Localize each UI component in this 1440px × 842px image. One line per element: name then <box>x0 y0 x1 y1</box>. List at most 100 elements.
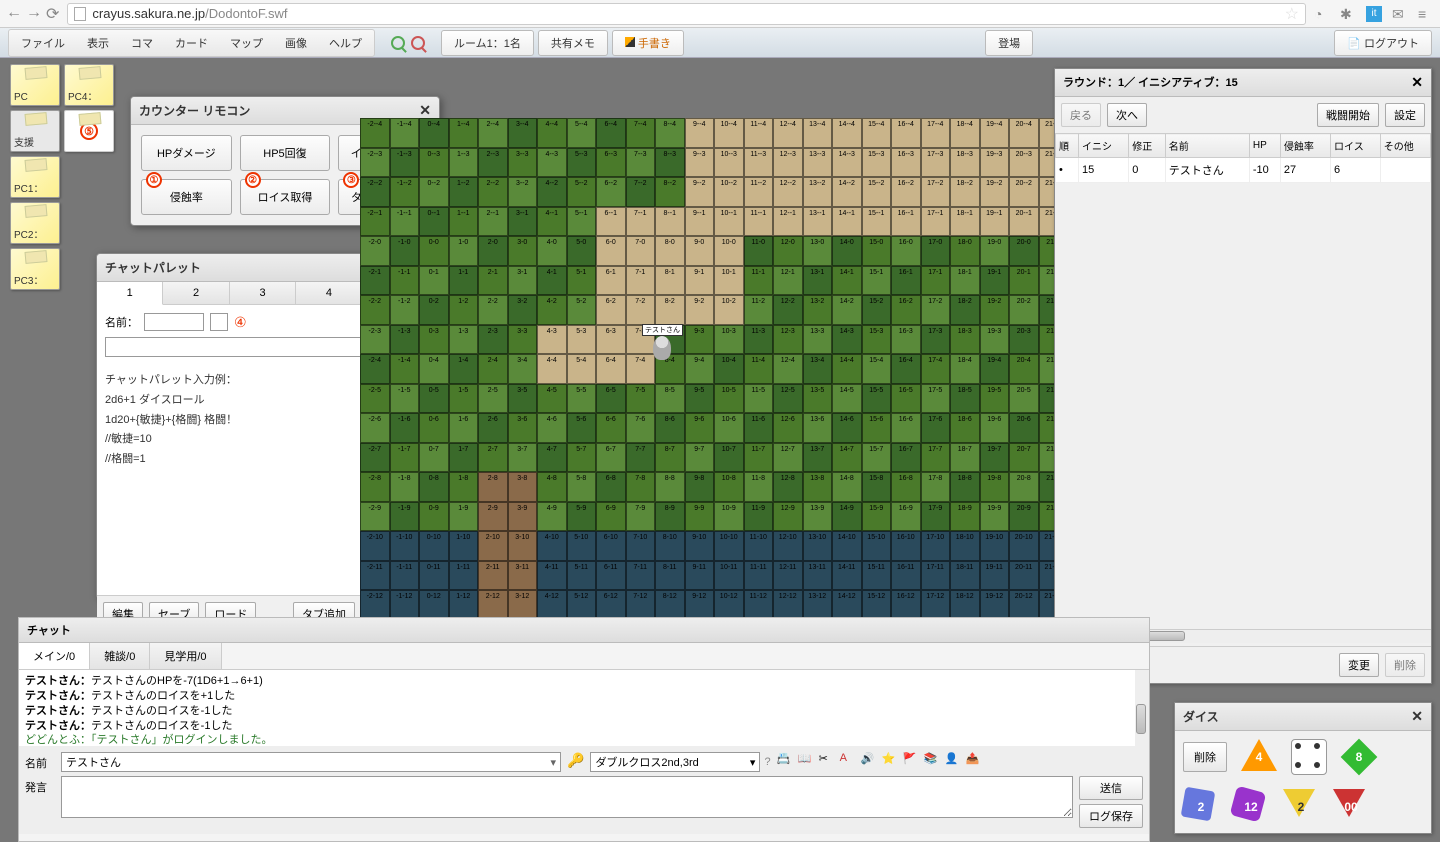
log-save-button[interactable]: ログ保存 <box>1079 804 1143 828</box>
d10-red-die[interactable]: 00 <box>1333 789 1369 825</box>
logout-button[interactable]: 📄 ログアウト <box>1334 30 1432 56</box>
palette-tab-1[interactable]: 1 <box>97 282 163 305</box>
menu-image[interactable]: 画像 <box>275 32 317 54</box>
init-back-button[interactable]: 戻る <box>1061 103 1101 127</box>
help-icon[interactable]: ? <box>764 756 770 768</box>
sound-icon[interactable]: 🔊 <box>861 752 875 766</box>
reload-icon[interactable]: ⟳ <box>46 4 59 24</box>
layers-icon[interactable]: 📚 <box>924 752 938 766</box>
url-bar[interactable]: crayus.sakura.ne.jp/DodontoF.swf ☆ <box>67 3 1306 25</box>
lois-get-button[interactable]: ②ロイス取得 <box>240 179 331 215</box>
color-picker[interactable] <box>210 313 228 331</box>
chat-vscrollbar[interactable] <box>1135 670 1149 746</box>
counter-title: カウンター リモコン <box>139 102 250 119</box>
puzzle-icon[interactable]: ✱ <box>1340 6 1356 22</box>
menu-view[interactable]: 表示 <box>77 32 119 54</box>
hp-recover-button[interactable]: HP5回復 <box>240 135 331 171</box>
delete-button[interactable]: 削除 <box>1385 653 1425 677</box>
game-system-select[interactable]: ダブルクロス2nd,3rd ▾ <box>590 752 760 772</box>
d20-die[interactable]: 2 <box>1183 789 1219 825</box>
pc-card[interactable]: PC <box>10 64 60 106</box>
palette-title: チャットパレット <box>105 259 201 276</box>
zoom-in-icon[interactable] <box>391 36 405 50</box>
pc-card[interactable]: PC3： <box>10 248 60 290</box>
card-icon[interactable]: 📇 <box>777 752 791 766</box>
palette-tab-2[interactable]: 2 <box>163 282 229 304</box>
send-button[interactable]: 送信 <box>1079 776 1143 800</box>
col-lois[interactable]: ロイス <box>1331 134 1381 158</box>
cut-icon[interactable]: ✂ <box>819 752 833 766</box>
pc-card[interactable]: PC2： <box>10 202 60 244</box>
table-row[interactable]: • 15 0 テストさん -10 27 6 <box>1056 158 1431 183</box>
col-name[interactable]: 名前 <box>1165 134 1249 158</box>
hp-damage-button[interactable]: HPダメージ <box>141 135 232 171</box>
shared-memo-button[interactable]: 共有メモ <box>538 30 608 56</box>
bookmark-star-icon[interactable]: ☆ <box>1285 4 1299 24</box>
init-next-button[interactable]: 次へ <box>1107 103 1147 127</box>
palette-message-input[interactable] <box>105 337 377 357</box>
pc-card[interactable]: PC4： <box>64 64 114 106</box>
chat-tab-main[interactable]: メイン/0 <box>19 643 90 669</box>
stage-button[interactable]: 登場 <box>985 30 1033 56</box>
col-hp[interactable]: HP <box>1249 134 1280 158</box>
menu-koma[interactable]: コマ <box>121 32 163 54</box>
star-icon[interactable]: ⭐ <box>882 752 896 766</box>
chat-tab-chat[interactable]: 雑談/0 <box>90 643 150 669</box>
palette-name-input[interactable] <box>144 313 204 331</box>
it-extension-icon[interactable]: it <box>1366 6 1382 22</box>
col-other[interactable]: その他 <box>1380 134 1430 158</box>
active-marker: • <box>1056 158 1079 183</box>
chevron-down-icon: ▾ <box>550 756 556 769</box>
d10-yellow-die[interactable]: 2 <box>1283 789 1319 825</box>
font-icon[interactable]: A <box>840 752 854 766</box>
col-order[interactable]: 順 <box>1056 134 1079 158</box>
chat-log[interactable]: テストさん：テストさんのHPを-7(1D6+1→6+1) テストさん：テストさん… <box>19 670 1149 746</box>
room-button[interactable]: ルーム1：1名 <box>441 30 534 56</box>
name-select[interactable]: テストさん ▾ <box>61 752 561 772</box>
close-icon[interactable]: ✕ <box>1411 74 1423 91</box>
close-icon[interactable]: ✕ <box>1411 708 1423 725</box>
change-button[interactable]: 変更 <box>1339 653 1379 677</box>
erosion-button[interactable]: ①侵蝕率 <box>141 179 232 215</box>
player-token[interactable]: テストさん <box>650 336 674 364</box>
menu-help[interactable]: ヘルプ <box>319 32 372 54</box>
clock-icon[interactable]: ◔ <box>1314 6 1330 22</box>
menu-card[interactable]: カード <box>165 32 218 54</box>
battle-start-button[interactable]: 戦闘開始 <box>1317 103 1379 127</box>
d4-die[interactable]: 4 <box>1241 739 1277 775</box>
support-card[interactable]: 支援 <box>10 110 60 152</box>
palette-name-label: 名前： <box>105 314 138 330</box>
flag-icon[interactable]: 🚩 <box>903 752 917 766</box>
menu-icon[interactable]: ≡ <box>1418 6 1434 22</box>
menu-map[interactable]: マップ <box>220 32 273 54</box>
d6-die[interactable] <box>1291 739 1327 775</box>
mail-icon[interactable]: ✉ <box>1392 6 1408 22</box>
chat-tab-spectator[interactable]: 見学用/0 <box>150 643 221 669</box>
key-icon[interactable]: 🔑 <box>567 752 584 769</box>
menu-file[interactable]: ファイル <box>11 32 75 54</box>
dice-delete-button[interactable]: 削除 <box>1183 742 1227 772</box>
pc-card[interactable]: PC1： <box>10 156 60 198</box>
handwrite-button[interactable]: 手書き <box>612 30 684 56</box>
col-init[interactable]: イニシ <box>1079 134 1129 158</box>
initiative-title-bar[interactable]: ラウンド：1／ イニシアティブ：15 ✕ <box>1055 69 1431 97</box>
url-host: crayus.sakura.ne.jp <box>92 6 205 21</box>
forward-icon[interactable]: → <box>26 4 42 24</box>
init-settings-button[interactable]: 設定 <box>1385 103 1425 127</box>
book-icon[interactable]: 📖 <box>798 752 812 766</box>
back-icon[interactable]: ← <box>6 4 22 24</box>
palette-tab-3[interactable]: 3 <box>230 282 296 304</box>
zoom-out-icon[interactable] <box>411 36 425 50</box>
close-icon[interactable]: ✕ <box>419 102 431 119</box>
user-icon[interactable]: 👤 <box>945 752 959 766</box>
col-erosion[interactable]: 侵蝕率 <box>1280 134 1330 158</box>
d8-die[interactable]: 8 <box>1341 739 1377 775</box>
palette-tab-4[interactable]: 4 <box>296 282 362 304</box>
col-mod[interactable]: 修正 <box>1129 134 1166 158</box>
d12-die[interactable]: 12 <box>1233 789 1269 825</box>
dice-title-bar[interactable]: ダイス ✕ <box>1175 703 1431 731</box>
upload-icon[interactable]: 📤 <box>966 752 980 766</box>
message-textarea[interactable] <box>61 776 1073 818</box>
map-area[interactable]: -2--4-1--40--41--42--43--44--45--46--47-… <box>360 118 1060 678</box>
name-label: 名前 <box>25 752 55 771</box>
